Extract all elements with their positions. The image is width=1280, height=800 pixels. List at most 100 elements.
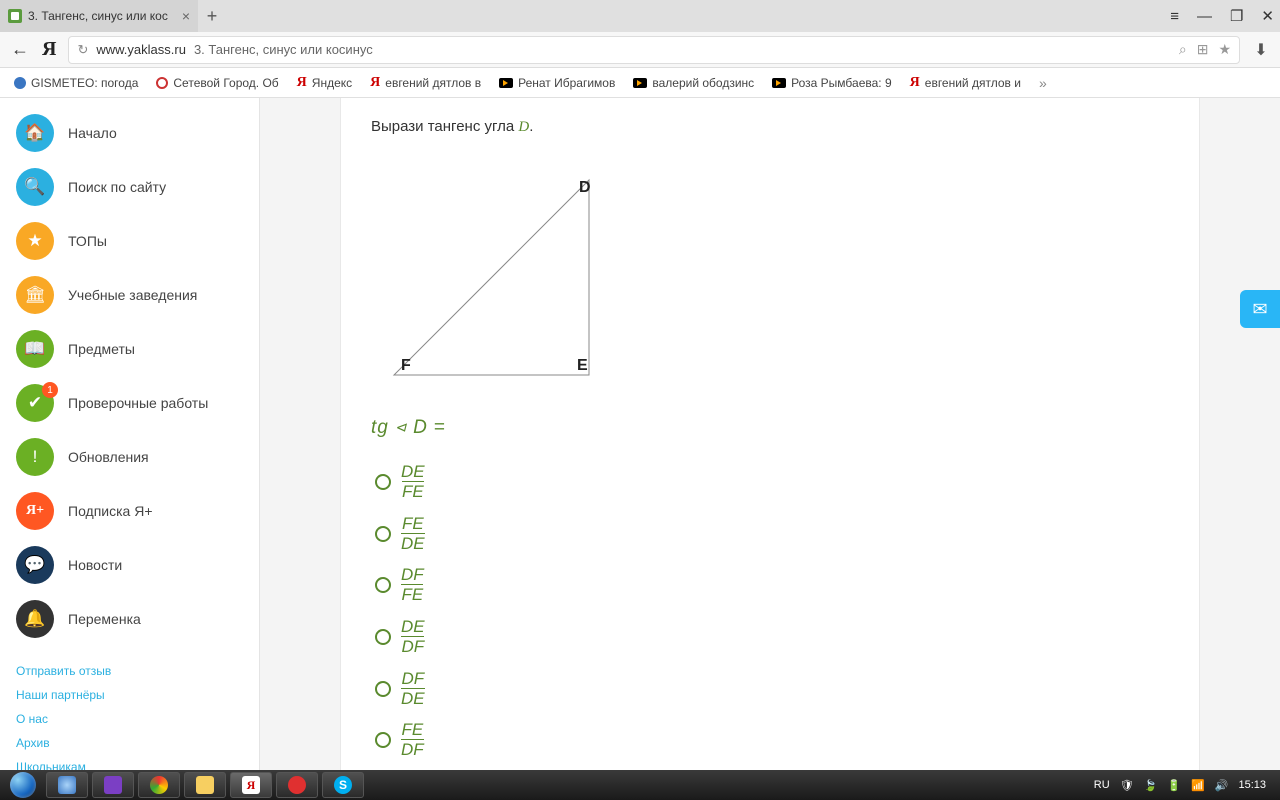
sidebar-item-break[interactable]: 🔔Переменка — [0, 592, 259, 646]
search-icon: 🔍 — [16, 168, 54, 206]
skype-icon: S — [334, 776, 352, 794]
footer-link-about[interactable]: О нас — [16, 712, 243, 726]
sidebar-item-updates[interactable]: !Обновления — [0, 430, 259, 484]
sidebar-item-subscription[interactable]: Я+Подписка Я+ — [0, 484, 259, 538]
angle-symbol: ⊲ — [395, 419, 408, 435]
taskbar-skype[interactable]: S — [322, 772, 364, 798]
tray-clock[interactable]: 15:13 — [1238, 779, 1266, 791]
bookmark-valeriy[interactable]: валерий ободзинс — [633, 76, 754, 90]
zoom-icon[interactable]: ⌕ — [1179, 41, 1187, 58]
sidebar-item-home[interactable]: 🏠Начало — [0, 106, 259, 160]
star-icon: ★ — [16, 222, 54, 260]
vertex-e-label: E — [577, 357, 588, 374]
play-icon — [772, 78, 786, 88]
tray-network-icon[interactable]: 📶 — [1191, 779, 1205, 792]
tab-close-icon[interactable]: × — [182, 8, 190, 24]
yandex-icon: Я — [910, 75, 920, 91]
bookmarks-bar: GISMETEO: погода Сетевой Город. Об ЯЯнде… — [0, 68, 1280, 98]
windows-orb-icon — [10, 772, 36, 798]
footer-link-feedback[interactable]: Отправить отзыв — [16, 664, 243, 678]
back-button[interactable]: ← — [10, 39, 30, 60]
footer-link-partners[interactable]: Наши партнёры — [16, 688, 243, 702]
app-icon — [58, 776, 76, 794]
radio-icon — [375, 732, 391, 748]
bookmark-yandex[interactable]: ЯЯндекс — [297, 75, 352, 91]
yandex-logo[interactable]: Я — [42, 38, 56, 61]
taskbar-opera[interactable] — [276, 772, 318, 798]
bookmarks-overflow-icon[interactable]: » — [1039, 75, 1047, 91]
bookmark-renat[interactable]: Ренат Ибрагимов — [499, 76, 615, 90]
menu-icon[interactable]: ≡ — [1170, 8, 1179, 25]
sidebar-item-subjects[interactable]: 📖Предметы — [0, 322, 259, 376]
taskbar-app-1[interactable] — [46, 772, 88, 798]
site-favicon — [8, 9, 22, 23]
option-3[interactable]: DEDF — [375, 618, 1169, 656]
sidebar-item-search[interactable]: 🔍Поиск по сайту — [0, 160, 259, 214]
window-titlebar: 3. Тангенс, синус или кос × + ≡ — ❐ ✕ — [0, 0, 1280, 32]
translate-icon[interactable]: ⊞ — [1197, 41, 1209, 58]
radio-icon — [375, 526, 391, 542]
tray-shield-icon[interactable]: 🛡 — [1120, 779, 1134, 792]
option-0[interactable]: DEFE — [375, 463, 1169, 501]
radio-icon — [375, 629, 391, 645]
tray-volume-icon[interactable]: 🔊 — [1215, 779, 1229, 792]
maximize-icon[interactable]: ❐ — [1230, 7, 1243, 25]
start-button[interactable] — [4, 770, 42, 800]
option-2[interactable]: DFFE — [375, 566, 1169, 604]
sidebar-item-tests[interactable]: ✔1Проверочные работы — [0, 376, 259, 430]
taskbar-app-2[interactable] — [92, 772, 134, 798]
sidebar-item-schools[interactable]: 🏛Учебные заведения — [0, 268, 259, 322]
windows-taskbar: Я S RU 🛡 🍃 🔋 📶 🔊 15:13 — [0, 770, 1280, 800]
check-icon: ✔1 — [16, 384, 54, 422]
system-tray: RU 🛡 🍃 🔋 📶 🔊 15:13 — [1094, 779, 1276, 792]
radio-icon — [375, 474, 391, 490]
option-5[interactable]: FEDF — [375, 721, 1169, 759]
close-icon[interactable]: ✕ — [1261, 7, 1274, 25]
tab-title: 3. Тангенс, синус или кос — [28, 9, 168, 23]
home-icon: 🏠 — [16, 114, 54, 152]
option-1[interactable]: FEDE — [375, 515, 1169, 553]
badge: 1 — [42, 382, 58, 398]
tray-lang[interactable]: RU — [1094, 779, 1110, 791]
tray-battery-icon[interactable]: 🔋 — [1167, 779, 1181, 792]
bookmark-roza[interactable]: Роза Рымбаева: 9 — [772, 76, 891, 90]
yandex-icon: Я — [242, 776, 260, 794]
app-icon — [104, 776, 122, 794]
address-bar: ← Я ↻ www.yaklass.ru 3. Тангенс, синус и… — [0, 32, 1280, 68]
radio-icon — [375, 577, 391, 593]
folder-icon — [196, 776, 214, 794]
chrome-icon — [150, 776, 168, 794]
minimize-icon[interactable]: — — [1197, 8, 1212, 25]
taskbar-chrome[interactable] — [138, 772, 180, 798]
yandex-icon: Я — [297, 75, 307, 91]
footer-link-archive[interactable]: Архив — [16, 736, 243, 750]
vertex-d-label: D — [579, 179, 591, 196]
bookmark-dyatlov[interactable]: Яевгений дятлов в — [370, 75, 481, 91]
book-icon: 📖 — [16, 330, 54, 368]
downloads-icon[interactable]: ⬇ — [1252, 40, 1270, 60]
tray-leaf-icon[interactable]: 🍃 — [1144, 779, 1158, 792]
browser-tab[interactable]: 3. Тангенс, синус или кос × — [0, 0, 198, 32]
bookmark-dyatlov2[interactable]: Яевгений дятлов и — [910, 75, 1021, 91]
bookmark-gismeteo[interactable]: GISMETEO: погода — [14, 76, 138, 90]
bookmark-star-icon[interactable]: ★ — [1218, 41, 1231, 58]
answer-options: DEFE FEDE DFFE DEDF DFDE FEDF — [375, 463, 1169, 759]
task-prompt: Вырази тангенс угла D. — [371, 118, 1169, 136]
chat-icon: 💬 — [16, 546, 54, 584]
triangle-figure: D E F — [379, 160, 609, 390]
url-input[interactable]: ↻ www.yaklass.ru 3. Тангенс, синус или к… — [68, 36, 1240, 64]
yplus-icon: Я+ — [16, 492, 54, 530]
new-tab-button[interactable]: + — [198, 6, 226, 27]
taskbar-yandex-browser[interactable]: Я — [230, 772, 272, 798]
bookmark-setevoy[interactable]: Сетевой Город. Об — [156, 76, 278, 90]
exclamation-icon: ! — [16, 438, 54, 476]
taskbar-explorer[interactable] — [184, 772, 226, 798]
circle-icon — [156, 77, 168, 89]
reload-icon[interactable]: ↻ — [77, 42, 88, 58]
sidebar-item-tops[interactable]: ★ТОПы — [0, 214, 259, 268]
feedback-mail-button[interactable]: ✉ — [1240, 290, 1280, 328]
url-host: www.yaklass.ru — [96, 42, 186, 57]
sidebar-item-news[interactable]: 💬Новости — [0, 538, 259, 592]
opera-icon — [288, 776, 306, 794]
option-4[interactable]: DFDE — [375, 670, 1169, 708]
